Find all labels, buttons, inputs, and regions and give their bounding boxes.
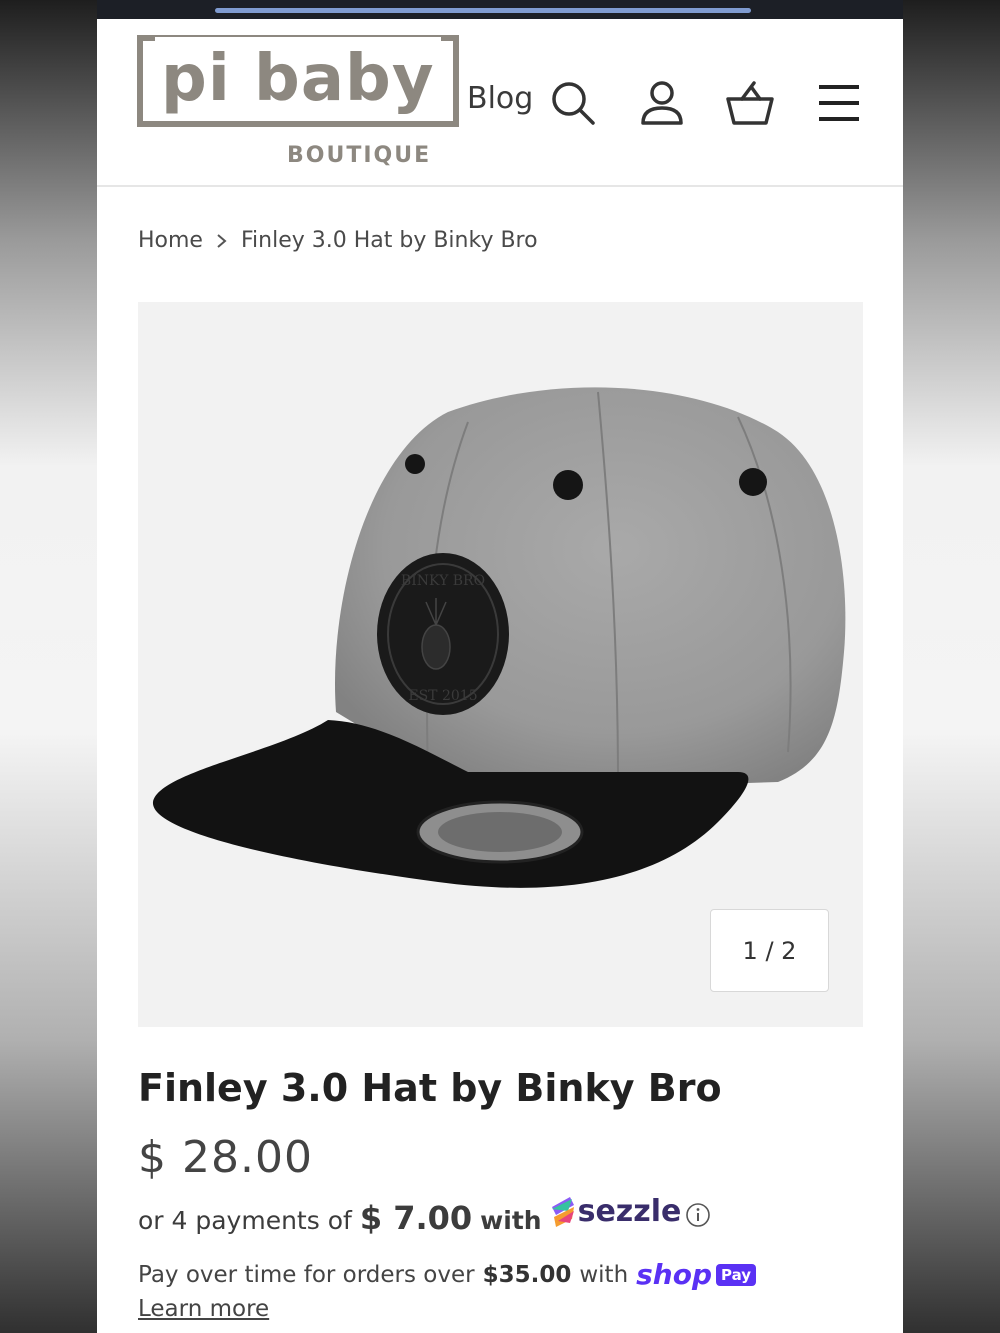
logo-text: pi baby [155,37,441,121]
product-image[interactable]: BINKY BRO EST 2015 1 / 2 [138,302,863,1027]
product-title: Finley 3.0 Hat by Binky Bro [138,1066,722,1110]
cart-icon[interactable] [726,79,774,127]
blog-link[interactable]: Blog [467,81,533,116]
info-icon[interactable] [685,1202,711,1228]
browser-top-bar [97,0,903,19]
shoppay-with: with [579,1261,629,1288]
sezzle-prefix: or 4 payments of [138,1205,352,1235]
product-price: $ 28.00 [138,1132,313,1183]
sezzle-brand: sezzle [577,1194,682,1229]
background-right [903,0,1000,1333]
shoppay-text: Pay over time for orders over [138,1261,475,1288]
url-bar-indicator [215,8,751,13]
sezzle-logo[interactable]: sezzle [548,1194,682,1229]
learn-more-link[interactable]: Learn more [138,1296,269,1322]
sezzle-amount: $ 7.00 [359,1198,473,1237]
account-icon[interactable] [638,79,686,127]
menu-icon[interactable] [815,79,863,127]
shop-pay-logo: shop [636,1258,713,1291]
chevron-right-icon [217,233,227,248]
sezzle-with: with [480,1205,542,1235]
sezzle-mark-icon [551,1196,574,1227]
sezzle-installments: or 4 payments of $ 7.00 with sezzle [138,1194,711,1237]
logo-subtitle: BOUTIQUE [287,143,432,168]
patch-top-text: BINKY BRO [401,573,485,589]
image-counter[interactable]: 1 / 2 [710,909,829,992]
phone-screen: pi baby BOUTIQUE Blog Home Finley 3.0 Ha… [97,0,903,1333]
breadcrumb: Home Finley 3.0 Hat by Binky Bro [138,228,538,253]
shoppay-threshold: $35.00 [482,1261,572,1288]
site-logo[interactable]: pi baby BOUTIQUE [137,35,459,177]
shoppay-installments: Pay over time for orders over $35.00 wit… [138,1258,757,1291]
breadcrumb-current: Finley 3.0 Hat by Binky Bro [240,228,538,253]
site-header: pi baby BOUTIQUE Blog [97,19,903,187]
breadcrumb-home[interactable]: Home [138,228,203,253]
search-icon[interactable] [549,79,597,127]
background-left [0,0,97,1333]
patch-bottom-text: EST 2015 [408,688,477,704]
pay-badge: Pay [716,1263,757,1286]
